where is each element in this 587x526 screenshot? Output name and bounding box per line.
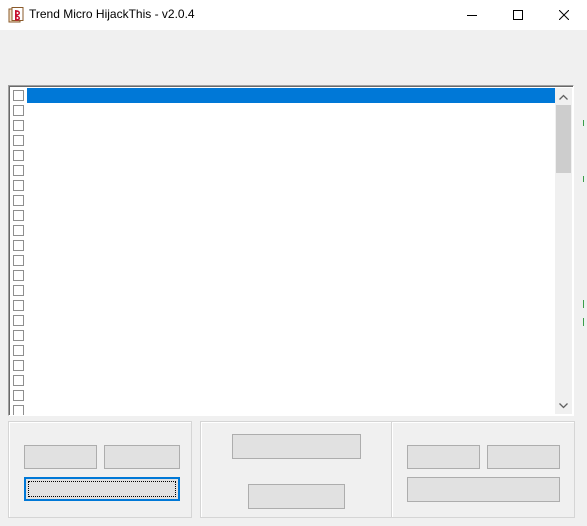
list-item-text — [27, 373, 557, 388]
list-item-checkbox[interactable] — [13, 150, 24, 161]
list-item[interactable] — [11, 223, 557, 238]
list-item-text — [27, 343, 557, 358]
list-item-checkbox[interactable] — [13, 255, 24, 266]
list-item-checkbox[interactable] — [13, 210, 24, 221]
list-item-text — [27, 358, 557, 373]
list-item[interactable] — [11, 403, 557, 415]
left-group-button-2[interactable] — [104, 445, 180, 469]
list-item[interactable] — [11, 178, 557, 193]
list-rows — [11, 88, 557, 415]
title-bar[interactable]: Trend Micro HijackThis - v2.0.4 — [0, 0, 587, 30]
background-window-edge — [583, 120, 587, 126]
list-item-checkbox[interactable] — [13, 105, 24, 116]
left-group-button-1[interactable] — [24, 445, 97, 469]
list-item-checkbox[interactable] — [13, 345, 24, 356]
list-item-text — [27, 253, 557, 268]
list-item-checkbox[interactable] — [13, 120, 24, 131]
scrollbar-thumb[interactable] — [556, 105, 571, 173]
right-group-button-1[interactable] — [407, 445, 480, 469]
hijackthis-app-icon — [8, 7, 24, 23]
list-item[interactable] — [11, 268, 557, 283]
list-item-checkbox[interactable] — [13, 270, 24, 281]
list-item-checkbox[interactable] — [13, 405, 24, 415]
list-item-checkbox[interactable] — [13, 375, 24, 386]
middle-group-button-1[interactable] — [232, 434, 361, 459]
list-item-text — [27, 103, 557, 118]
minimize-icon — [467, 10, 477, 20]
list-item-text — [27, 163, 557, 178]
list-vertical-scrollbar[interactable] — [555, 88, 572, 414]
middle-group-button-2[interactable] — [248, 484, 345, 509]
list-item[interactable] — [11, 163, 557, 178]
list-item-text — [27, 178, 557, 193]
scan-results-list[interactable] — [8, 85, 574, 416]
window-title: Trend Micro HijackThis - v2.0.4 — [29, 7, 195, 21]
list-item-checkbox[interactable] — [13, 225, 24, 236]
left-button-group — [8, 421, 192, 518]
list-item-checkbox[interactable] — [13, 195, 24, 206]
minimize-button[interactable] — [449, 0, 495, 30]
list-item[interactable] — [11, 328, 557, 343]
list-item[interactable] — [11, 148, 557, 163]
list-item[interactable] — [11, 358, 557, 373]
background-window-edge — [583, 300, 587, 308]
maximize-button[interactable] — [495, 0, 541, 30]
list-item[interactable] — [11, 388, 557, 403]
scroll-up-arrow-icon[interactable] — [555, 88, 572, 105]
list-item[interactable] — [11, 238, 557, 253]
list-item[interactable] — [11, 133, 557, 148]
list-item-text — [27, 238, 557, 253]
list-item-text — [27, 403, 557, 415]
list-item-checkbox[interactable] — [13, 300, 24, 311]
background-window-edge — [583, 176, 587, 182]
list-item-text — [27, 283, 557, 298]
right-group-button-2[interactable] — [487, 445, 560, 469]
list-item-checkbox[interactable] — [13, 285, 24, 296]
right-group-button-3[interactable] — [407, 477, 560, 502]
background-window-edge — [583, 318, 587, 326]
list-item-checkbox[interactable] — [13, 180, 24, 191]
list-item[interactable] — [11, 103, 557, 118]
list-item-checkbox[interactable] — [13, 90, 24, 101]
list-item-checkbox[interactable] — [13, 330, 24, 341]
list-item-checkbox[interactable] — [13, 135, 24, 146]
list-item[interactable] — [11, 343, 557, 358]
list-item-text — [27, 208, 557, 223]
close-button[interactable] — [541, 0, 587, 30]
list-item-text — [27, 313, 557, 328]
list-item-checkbox[interactable] — [13, 390, 24, 401]
right-button-group — [391, 421, 575, 518]
list-item[interactable] — [11, 373, 557, 388]
list-item-text — [27, 133, 557, 148]
list-item-text — [27, 223, 557, 238]
list-item-checkbox[interactable] — [13, 240, 24, 251]
list-item[interactable] — [11, 208, 557, 223]
list-item-text — [27, 388, 557, 403]
list-item[interactable] — [11, 193, 557, 208]
focus-ring — [28, 481, 176, 497]
list-item[interactable] — [11, 313, 557, 328]
list-item-text — [27, 148, 557, 163]
list-item-text — [27, 298, 557, 313]
list-item-text — [27, 118, 557, 133]
list-item-text — [27, 193, 557, 208]
list-item[interactable] — [11, 88, 557, 103]
scroll-down-arrow-icon[interactable] — [555, 397, 572, 414]
left-group-button-3-focused[interactable] — [24, 477, 180, 501]
list-item-text — [27, 268, 557, 283]
list-item-checkbox[interactable] — [13, 165, 24, 176]
list-item-checkbox[interactable] — [13, 360, 24, 371]
maximize-icon — [513, 10, 523, 20]
list-item-checkbox[interactable] — [13, 315, 24, 326]
list-item[interactable] — [11, 118, 557, 133]
list-item-text — [27, 328, 557, 343]
main-window: Trend Micro HijackThis - v2.0.4 — [0, 0, 587, 526]
list-item[interactable] — [11, 283, 557, 298]
list-item-text — [27, 88, 557, 103]
list-item[interactable] — [11, 253, 557, 268]
close-icon — [559, 10, 569, 20]
list-item[interactable] — [11, 298, 557, 313]
